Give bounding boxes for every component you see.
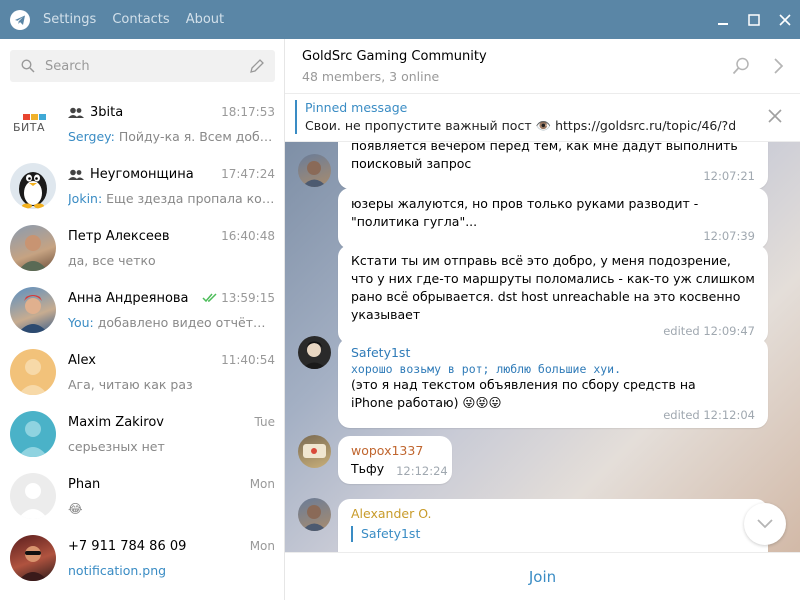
avatar[interactable] bbox=[298, 336, 331, 369]
avatar-photo bbox=[10, 535, 56, 581]
chat-item-anna-andreyanova[interactable]: Анна Андреянова 13:59:15 You: добавлено … bbox=[0, 279, 285, 341]
message-text: Кстати ты им отправь всё это добро, у ме… bbox=[351, 253, 755, 322]
chat-name: +7 911 784 86 09 bbox=[68, 539, 187, 554]
join-bar: Join bbox=[285, 552, 800, 600]
search-icon bbox=[20, 58, 36, 74]
chevron-right-icon[interactable] bbox=[772, 57, 786, 75]
pinned-text: Свои. не пропустите важный пост 👁️ https… bbox=[305, 118, 735, 133]
chat-list-panel: БИТА 3bita 18:17:53 Sergey: Пойду-ка я. … bbox=[0, 39, 285, 600]
chat-name: Петр Алексеев bbox=[68, 229, 170, 244]
chat-item-maxim-zakirov[interactable]: Maxim Zakirov Tue серьезных нет bbox=[0, 403, 285, 465]
message-code-text: хорошо возьму в рот; люблю большие хуи. bbox=[351, 362, 622, 376]
avatar[interactable] bbox=[298, 498, 331, 531]
chat-item-alex[interactable]: Alex 11:40:54 Ага, читаю как раз bbox=[0, 341, 285, 403]
chat-name: Неугомонщина bbox=[68, 167, 194, 182]
main-menu: Settings Contacts About bbox=[43, 12, 240, 27]
message-bubble: wopox1337 Тьфу 12:12:24 bbox=[338, 436, 452, 484]
group-icon bbox=[68, 107, 84, 118]
menu-contacts[interactable]: Contacts bbox=[112, 12, 169, 27]
chat-name: Maxim Zakirov bbox=[68, 415, 165, 430]
message-text: юзеры жалуются, но пров только руками ра… bbox=[351, 196, 699, 229]
chat-title[interactable]: GoldSrc Gaming Community bbox=[302, 49, 487, 64]
reply-quote[interactable]: Safety1st bbox=[351, 526, 755, 542]
close-icon[interactable] bbox=[768, 109, 782, 123]
chat-list: БИТА 3bita 18:17:53 Sergey: Пойду-ка я. … bbox=[0, 93, 285, 589]
chat-name: Phan bbox=[68, 477, 101, 492]
read-check-icon bbox=[202, 293, 217, 303]
chat-time: 13:59:15 bbox=[202, 291, 275, 305]
chat-preview: серьезных нет bbox=[68, 439, 165, 454]
chat-name: Анна Андреянова bbox=[68, 291, 189, 306]
message-time: 12:12:24 bbox=[396, 464, 448, 478]
chat-time: Tue bbox=[254, 415, 276, 429]
chat-preview: Ага, читаю как раз bbox=[68, 377, 193, 392]
chat-preview: You: добавлено видео отчёты : ... bbox=[68, 315, 275, 330]
message-author[interactable]: wopox1337 bbox=[351, 443, 439, 458]
avatar[interactable] bbox=[298, 154, 331, 187]
reply-author: Safety1st bbox=[361, 526, 421, 541]
avatar-placeholder-blue bbox=[10, 411, 56, 457]
chat-time: 18:17:53 bbox=[221, 105, 275, 119]
pinned-bar bbox=[295, 100, 297, 134]
chat-preview: Sergey: Пойду-ка я. Всем добра ... bbox=[68, 129, 275, 144]
avatar-penguin bbox=[10, 163, 56, 209]
group-icon bbox=[68, 169, 84, 180]
chat-item-phan[interactable]: Phan Mon 😂 bbox=[0, 465, 285, 527]
message-area: появляется вечером перед тем, как мне да… bbox=[285, 142, 800, 552]
chat-header: GoldSrc Gaming Community 48 members, 3 o… bbox=[285, 39, 800, 94]
message-bubble: Alexander O. Safety1st bbox=[338, 499, 768, 552]
pinned-label: Pinned message bbox=[305, 100, 408, 115]
chat-preview: Jokin: Еще здезда пропала когда... bbox=[68, 191, 275, 206]
menu-about[interactable]: About bbox=[186, 12, 224, 27]
search-input[interactable] bbox=[45, 58, 235, 74]
compose-icon[interactable] bbox=[249, 58, 265, 74]
chat-preview: 😂 bbox=[68, 501, 83, 516]
chat-name: Alex bbox=[68, 353, 96, 368]
chat-item-phone-contact[interactable]: +7 911 784 86 09 Mon notification.png bbox=[0, 527, 285, 589]
avatar-placeholder-white bbox=[10, 473, 56, 519]
chat-name: 3bita bbox=[68, 105, 123, 120]
chat-item-3bita[interactable]: БИТА 3bita 18:17:53 Sergey: Пойду-ка я. … bbox=[0, 93, 285, 155]
maximize-icon[interactable] bbox=[738, 0, 769, 39]
message-text: (это я над текстом объявления по сбору с… bbox=[351, 377, 696, 410]
search-box[interactable] bbox=[10, 50, 275, 82]
chat-item-petr-alekseev[interactable]: Петр Алексеев 16:40:48 да, все четко bbox=[0, 217, 285, 279]
close-icon[interactable] bbox=[769, 0, 800, 39]
avatar-photo bbox=[10, 225, 56, 271]
search-icon[interactable] bbox=[732, 57, 750, 75]
chat-time: 17:47:24 bbox=[221, 167, 275, 181]
chat-preview: да, все четко bbox=[68, 253, 156, 268]
chat-time: 11:40:54 bbox=[221, 353, 275, 367]
message-bubble: появляется вечером перед тем, как мне да… bbox=[338, 142, 768, 189]
chat-item-neugomonshchina[interactable]: Неугомонщина 17:47:24 Jokin: Еще здезда … bbox=[0, 155, 285, 217]
window-controls bbox=[707, 0, 800, 39]
chat-time: Mon bbox=[249, 477, 275, 491]
telegram-logo-icon bbox=[10, 9, 30, 30]
avatar-photo bbox=[10, 287, 56, 333]
title-bar: Settings Contacts About bbox=[0, 0, 800, 39]
chat-time: 16:40:48 bbox=[221, 229, 275, 243]
message-time: edited 12:09:47 bbox=[663, 324, 755, 338]
join-button[interactable]: Join bbox=[529, 568, 556, 586]
avatar[interactable] bbox=[298, 435, 331, 468]
message-bubble: Кстати ты им отправь всё это добро, у ме… bbox=[338, 245, 768, 344]
chevron-down-icon bbox=[757, 519, 773, 529]
message-bubble: юзеры жалуются, но пров только руками ра… bbox=[338, 188, 768, 249]
chat-preview: notification.png bbox=[68, 563, 167, 578]
chat-subtitle: 48 members, 3 online bbox=[302, 69, 440, 84]
message-author[interactable]: Alexander O. bbox=[351, 506, 755, 521]
scroll-down-button[interactable] bbox=[744, 503, 786, 545]
chat-panel: GoldSrc Gaming Community 48 members, 3 o… bbox=[285, 39, 800, 600]
message-bubble: Safety1st хорошо возьму в рот; люблю бол… bbox=[338, 338, 768, 428]
message-author[interactable]: Safety1st bbox=[351, 345, 755, 360]
minimize-icon[interactable] bbox=[707, 0, 738, 39]
avatar-3bita-logo: БИТА bbox=[10, 101, 56, 147]
chat-time: Mon bbox=[249, 539, 275, 553]
message-time: 12:07:39 bbox=[703, 229, 755, 243]
pinned-message[interactable]: Pinned message Свои. не пропустите важны… bbox=[285, 94, 800, 142]
menu-settings[interactable]: Settings bbox=[43, 12, 96, 27]
message-text: Тьфу bbox=[351, 461, 385, 476]
avatar-placeholder-orange bbox=[10, 349, 56, 395]
